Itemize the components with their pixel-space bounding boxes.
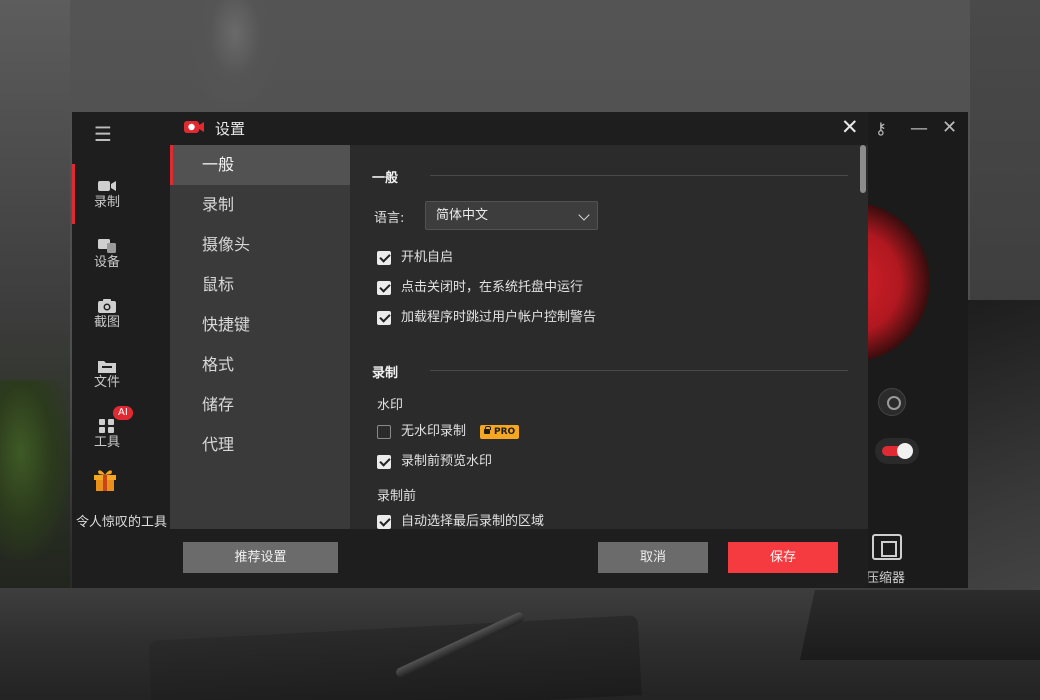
sidebar-item-files[interactable]: 文件 <box>72 358 142 390</box>
folder-icon <box>98 361 116 373</box>
close-icon[interactable]: ✕ <box>942 117 957 138</box>
nav-item-proxy[interactable]: 代理 <box>170 425 350 465</box>
nav-item-storage[interactable]: 储存 <box>170 385 350 425</box>
section-divider <box>430 175 848 176</box>
checkbox-label: 自动选择最后录制的区域 <box>401 514 545 529</box>
checkbox-box[interactable] <box>377 251 391 265</box>
section-divider <box>430 370 848 371</box>
camera-icon <box>98 299 116 313</box>
checkbox-label: 点击关闭时，在系统托盘中运行 <box>401 280 584 295</box>
pro-badge-text: PRO <box>494 427 516 437</box>
section-title-recording: 录制 <box>372 366 399 381</box>
checkbox-label: 录制前预览水印 <box>401 454 493 469</box>
chevron-down-icon <box>578 209 590 221</box>
minimize-icon[interactable]: — <box>910 118 928 139</box>
recommended-settings-button[interactable]: 推荐设置 <box>183 542 338 573</box>
watermark-label: 水印 <box>377 398 404 413</box>
section-title-general: 一般 <box>372 171 399 186</box>
cancel-button[interactable]: 取消 <box>598 542 708 573</box>
checkbox-label: 无水印录制 <box>401 424 467 439</box>
nav-item-general[interactable]: 一般 <box>170 145 350 185</box>
gift-icon[interactable] <box>92 466 118 492</box>
grid-tools-icon <box>99 419 114 433</box>
key-icon[interactable]: ⚷ <box>875 119 887 138</box>
before-recording-label: 录制前 <box>377 489 417 504</box>
settings-nav: 一般 录制 摄像头 鼠标 快捷键 格式 储存 代理 <box>170 145 350 529</box>
content-scrollbar[interactable] <box>858 145 868 529</box>
sidebar-item-devices[interactable]: 设备 <box>72 238 142 270</box>
hamburger-menu-icon[interactable]: ☰ <box>94 124 112 144</box>
dialog-title: 设置 <box>215 120 246 138</box>
app-logo-icon <box>184 121 204 133</box>
language-value: 简体中文 <box>436 208 489 223</box>
sidebar-item-screenshot[interactable]: 截图 <box>72 298 142 330</box>
sidebar-item-label: 录制 <box>93 195 120 210</box>
language-select[interactable]: 简体中文 <box>425 201 598 230</box>
nav-item-webcam[interactable]: 摄像头 <box>170 225 350 265</box>
checkbox-label: 加载程序时跳过用户帐户控制警告 <box>401 310 597 325</box>
app-sidebar: ☰ 录制 设备 截图 文件 工具 AI 令人惊叹的工具 <box>72 112 170 588</box>
compressor-label[interactable]: 压缩器 <box>866 567 905 586</box>
nav-item-recording[interactable]: 录制 <box>170 185 350 225</box>
scrollbar-thumb[interactable] <box>860 145 866 193</box>
background-laptop-base <box>800 590 1040 660</box>
save-button[interactable]: 保存 <box>728 542 838 573</box>
checkbox-box[interactable] <box>377 425 391 439</box>
language-label: 语言: <box>374 211 405 226</box>
background-plant <box>0 380 70 560</box>
checkbox-box[interactable] <box>377 311 391 325</box>
checkbox-box[interactable] <box>377 281 391 295</box>
settings-dialog: 设置 ✕ 一般 录制 摄像头 鼠标 快捷键 格式 储存 代理 一般 语言: 简体… <box>170 112 868 588</box>
nav-item-hotkeys[interactable]: 快捷键 <box>170 305 350 345</box>
nav-item-mouse[interactable]: 鼠标 <box>170 265 350 305</box>
pro-badge: PRO <box>480 425 520 439</box>
compressor-icon[interactable] <box>872 534 902 560</box>
sidebar-item-label: 截图 <box>93 315 120 330</box>
checkbox-box[interactable] <box>377 515 391 529</box>
dialog-title-bar: 设置 ✕ <box>170 112 868 145</box>
video-camera-icon <box>98 181 116 191</box>
timer-icon[interactable] <box>878 388 906 416</box>
dialog-close-icon[interactable]: ✕ <box>841 115 859 139</box>
settings-content: 一般 语言: 简体中文 开机自启 点击关闭时，在系统托盘中运行 加载程序时跳过用… <box>350 145 868 529</box>
ai-badge: AI <box>113 406 133 420</box>
checkbox-label: 开机自启 <box>401 250 454 265</box>
devices-icon <box>98 239 116 253</box>
sidebar-item-label: 文件 <box>93 375 120 390</box>
sidebar-item-tools[interactable]: 工具 <box>72 418 142 450</box>
dialog-footer: 推荐设置 取消 保存 <box>170 529 868 588</box>
sidebar-item-label: 设备 <box>93 255 120 270</box>
nav-item-format[interactable]: 格式 <box>170 345 350 385</box>
sidebar-item-label: 工具 <box>93 435 120 450</box>
checkbox-box[interactable] <box>377 455 391 469</box>
toggle-knob <box>897 443 913 459</box>
amazing-tools-label[interactable]: 令人惊叹的工具 <box>76 511 167 530</box>
sidebar-item-record[interactable]: 录制 <box>72 178 142 210</box>
background-lamp <box>190 0 280 110</box>
toggle-switch[interactable] <box>875 438 919 464</box>
lock-icon <box>484 426 491 434</box>
